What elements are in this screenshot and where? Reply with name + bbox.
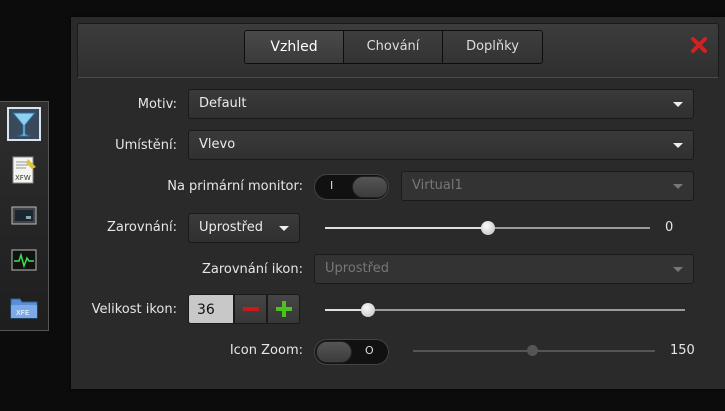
dock-item-system-monitor[interactable] [7,244,41,278]
decrement-button[interactable] [234,294,267,324]
zarovnani-ikon-value: Uprostřed [325,261,389,276]
zarovnani-ikon-label: Zarovnání ikon: [201,262,303,277]
dock-panel: XFW XFE [0,101,49,331]
plus-icon [276,301,292,317]
velikost-stepper: 36 [188,294,300,324]
xfe-folder-icon: XFE [10,298,38,319]
motiv-dropdown[interactable]: Default [188,89,694,119]
system-monitor-icon [11,249,37,271]
xfe-badge: XFE [16,309,29,317]
dock-item-xfw[interactable]: XFW [7,153,41,187]
zarovnani-label: Zarovnání: [106,220,177,235]
umisteni-label: Umístění: [115,138,177,153]
tab-bar: Vzhled Chování Doplňky [244,30,543,64]
monitor-switch[interactable]: I [314,174,389,200]
close-icon[interactable] [690,36,708,54]
chevron-down-icon [673,143,683,148]
monitor-dropdown[interactable]: Virtual1 [401,171,694,201]
tab-vzhled[interactable]: Vzhled [245,31,344,63]
dock-item-monitor[interactable] [7,199,41,233]
zoom-slider[interactable] [413,345,655,356]
chevron-down-icon [673,184,683,189]
zoom-label: Icon Zoom: [229,343,303,358]
velikost-slider[interactable] [325,303,685,317]
dock-item-xfe[interactable]: XFE [7,290,41,324]
zoom-value: 150 [670,343,695,358]
tab-doplnky[interactable]: Doplňky [443,31,542,63]
slider-fill [325,227,488,229]
xfw-badge: XFW [15,174,31,182]
velikost-label: Velikost ikon: [91,302,177,317]
monitor-icon [11,206,37,225]
monitor-label: Na primární monitor: [167,179,303,194]
slider-handle[interactable] [480,221,495,235]
switch-knob [316,341,352,363]
umisteni-value: Vlevo [199,137,236,152]
xfw-editor-icon: XFW [12,156,36,184]
motiv-value: Default [199,96,247,111]
zoom-switch[interactable]: O [314,339,389,365]
velikost-input[interactable]: 36 [188,294,234,324]
slider-handle[interactable] [527,345,538,356]
umisteni-dropdown[interactable]: Vlevo [188,130,694,160]
switch-off-glyph: O [365,344,374,357]
increment-button[interactable] [267,294,300,324]
dock-item-cocktail[interactable] [7,107,41,141]
zarovnani-slider-value: 0 [665,220,674,235]
dialog-header: Vzhled Chování Doplňky [77,23,719,78]
motiv-label: Motiv: [137,97,177,112]
switch-on-glyph: I [330,179,334,192]
monitor-value: Virtual1 [412,178,463,193]
slider-handle[interactable] [361,303,376,317]
settings-dialog: Vzhled Chování Doplňky Motiv: Default Um… [71,17,725,389]
tab-chovani[interactable]: Chování [344,31,443,63]
minus-icon [243,307,259,311]
chevron-down-icon [673,267,683,272]
zarovnani-slider[interactable] [325,221,650,235]
switch-knob [352,176,388,198]
zarovnani-dropdown[interactable]: Uprostřed [188,213,300,243]
zarovnani-ikon-dropdown[interactable]: Uprostřed [314,254,694,284]
cocktail-glass-icon [11,112,37,137]
chevron-down-icon [279,226,289,231]
chevron-down-icon [673,102,683,107]
zarovnani-value: Uprostřed [199,220,263,235]
